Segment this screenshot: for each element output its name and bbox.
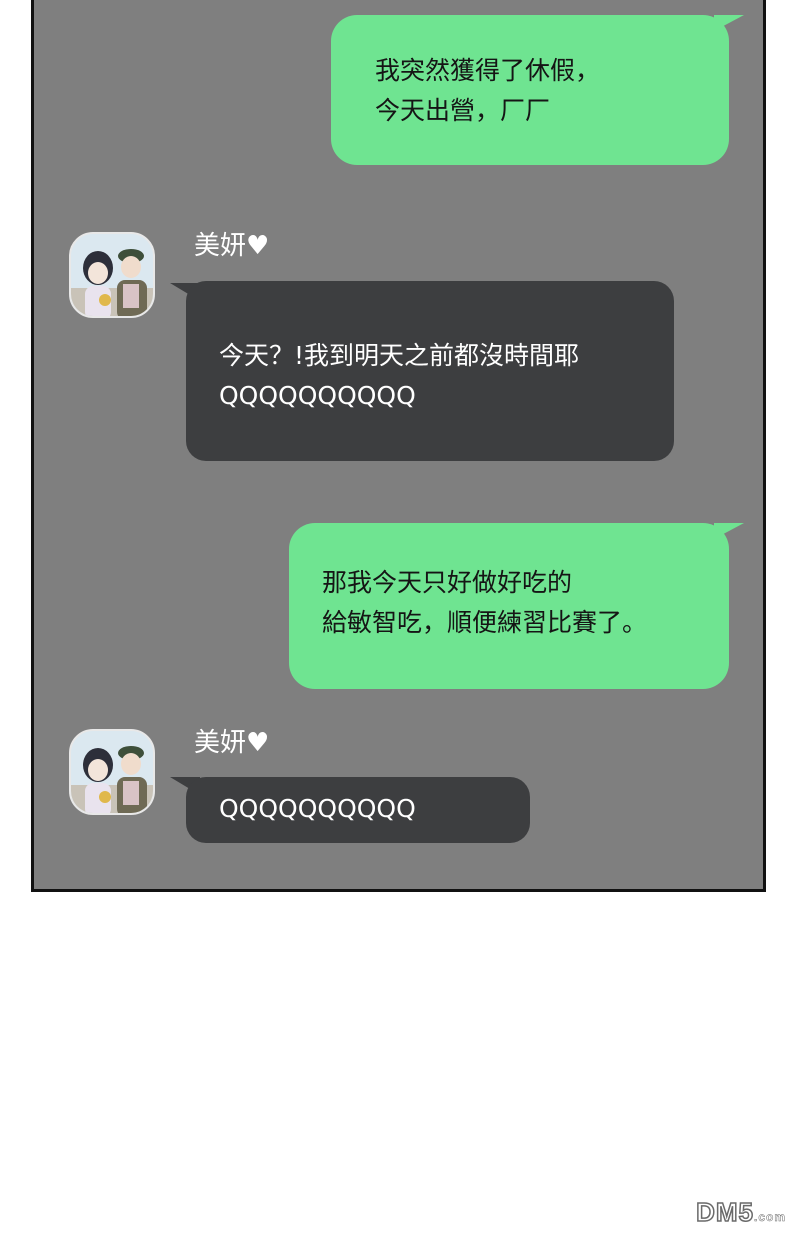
message-bubble-received[interactable]: 今天？!我到明天之前都沒時間耶 QQQQQQQQQQ xyxy=(186,281,674,461)
avatar-image-icon xyxy=(71,731,153,813)
message-bubble-sent[interactable]: 那我今天只好做好吃的 給敏智吃，順便練習比賽了。 xyxy=(289,523,729,689)
watermark-suffix: .com xyxy=(753,1210,786,1225)
message-bubble-received[interactable]: QQQQQQQQQQ xyxy=(186,777,530,843)
contact-avatar[interactable] xyxy=(69,729,155,815)
watermark-main: DM5 xyxy=(695,1196,754,1228)
site-watermark: DM5.com xyxy=(695,1196,786,1228)
contact-avatar[interactable] xyxy=(69,232,155,318)
message-bubble-sent[interactable]: 我突然獲得了休假， 今天出營，厂厂 xyxy=(331,15,729,165)
sender-name: 美妍♥ xyxy=(194,231,270,261)
chat-panel: 我突然獲得了休假， 今天出營，厂厂 美妍♥ 今天？!我到明天之前都沒時間耶 QQ… xyxy=(31,0,766,892)
avatar-image-icon xyxy=(71,234,153,316)
sender-name: 美妍♥ xyxy=(194,728,270,758)
